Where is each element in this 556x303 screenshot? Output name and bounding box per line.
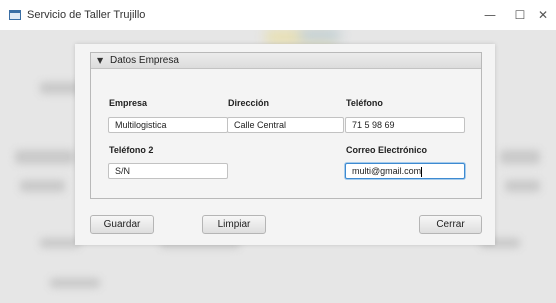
close-window-button[interactable]: ✕ (532, 6, 554, 24)
maximize-button[interactable]: ☐ (509, 6, 531, 24)
correo-field-value: multi@gmail.com (352, 166, 422, 176)
telefono2-label: Teléfono 2 (109, 145, 154, 155)
guardar-button[interactable]: Guardar (90, 215, 154, 234)
telefono2-field[interactable]: S/N (108, 163, 228, 179)
limpiar-button[interactable]: Limpiar (202, 215, 266, 234)
company-data-dialog: ▼ Datos Empresa Empresa Dirección Teléfo… (75, 44, 495, 245)
background-blur-label (40, 82, 80, 94)
title-bar: Servicio de Taller Trujillo — ☐ ✕ (0, 0, 556, 30)
background-blur-button (40, 238, 80, 248)
minimize-button[interactable]: — (479, 6, 501, 24)
panel-header[interactable]: ▼ Datos Empresa (91, 53, 481, 69)
panel-title: Datos Empresa (110, 55, 179, 66)
background-blur-field-2 (20, 180, 65, 192)
empresa-label: Empresa (109, 98, 148, 108)
background-blur-right-2 (505, 180, 540, 192)
correo-field[interactable]: multi@gmail.com (345, 163, 465, 179)
background-blur-bottom (50, 278, 100, 288)
empresa-field[interactable]: Multilogistica (108, 117, 228, 133)
telefono-field[interactable]: 71 5 98 69 (345, 117, 465, 133)
correo-label: Correo Electrónico (346, 145, 428, 155)
background-logo-blur-2 (300, 30, 340, 40)
background-blur-right (500, 150, 540, 164)
telefono-label: Teléfono (346, 98, 383, 108)
cerrar-button[interactable]: Cerrar (419, 215, 482, 234)
window-title: Servicio de Taller Trujillo (27, 9, 146, 21)
background-blur-field (15, 150, 75, 164)
text-caret (421, 166, 423, 177)
direccion-label: Dirección (228, 98, 270, 108)
datos-empresa-panel: ▼ Datos Empresa Empresa Dirección Teléfo… (90, 52, 482, 199)
app-window-icon (9, 10, 21, 20)
direccion-field[interactable]: Calle Central (227, 117, 344, 133)
expand-arrow-icon[interactable]: ▼ (97, 55, 103, 67)
